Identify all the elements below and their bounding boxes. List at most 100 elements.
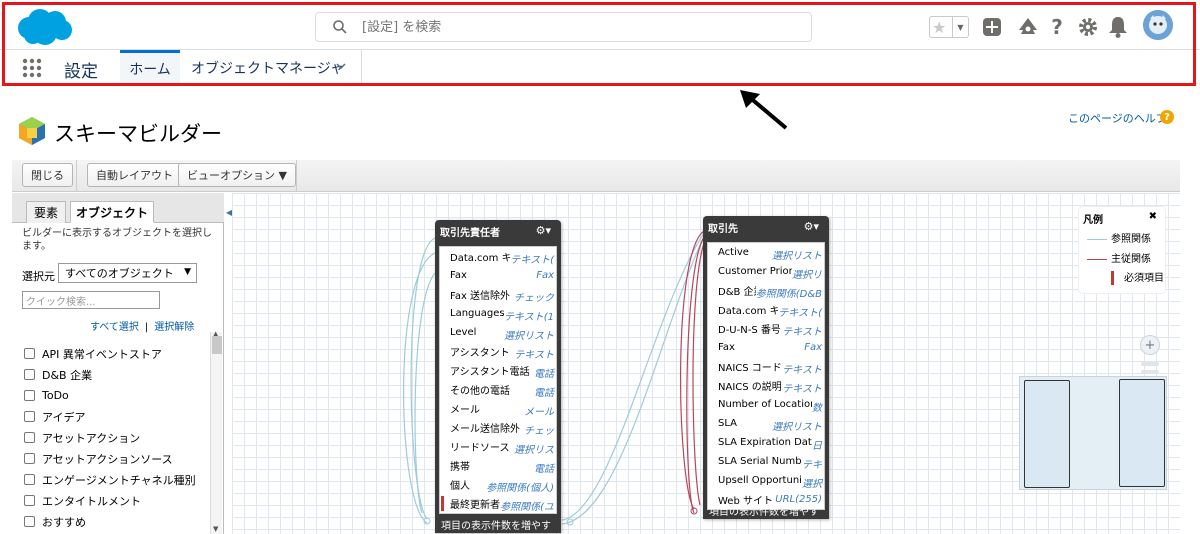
object-checkbox[interactable] <box>24 516 35 527</box>
field-row[interactable]: Fax Fax <box>708 338 824 357</box>
object-checkbox[interactable] <box>24 348 35 359</box>
chevron-down-icon[interactable]: ▼ <box>952 17 968 37</box>
object-list-item[interactable]: アセットアクション <box>24 427 204 448</box>
field-row[interactable]: Level 選択リスト <box>440 323 556 342</box>
field-name: メール送信除外 <box>450 424 520 435</box>
object-checkbox[interactable] <box>24 432 35 443</box>
object-checkbox[interactable] <box>24 474 35 485</box>
field-row[interactable]: その他の電話 電話 <box>440 380 556 399</box>
field-type: 数 <box>812 399 822 414</box>
object-checkbox[interactable] <box>24 411 35 422</box>
tab-objects[interactable]: オブジェクト <box>70 201 154 223</box>
bell-icon[interactable] <box>1107 15 1129 39</box>
field-row[interactable]: SLA 選択リスト <box>708 414 824 433</box>
auto-layout-button[interactable]: 自動レイアウト <box>87 163 182 187</box>
select-all-link[interactable]: すべて選択 <box>90 322 139 333</box>
tab-elements[interactable]: 要素 <box>26 201 66 223</box>
field-row[interactable]: Languages テキスト(1 <box>440 304 556 323</box>
field-row[interactable]: メール メール <box>440 399 556 418</box>
field-type: チェック <box>514 289 554 304</box>
global-search[interactable] <box>315 12 812 42</box>
field-row[interactable]: 最終更新者 参照関係(ユ <box>440 494 556 513</box>
field-row[interactable]: メール送信除外 チェッ <box>440 418 556 437</box>
annotation-arrow-icon <box>740 90 788 130</box>
field-type: 電話 <box>534 365 554 380</box>
zoom-in-button[interactable]: + <box>1140 335 1160 355</box>
object-list-item[interactable]: おすすめ <box>24 511 204 532</box>
object-list-item[interactable]: アセットアクションソース <box>24 448 204 469</box>
gear-icon[interactable]: ⚙▾ <box>804 220 819 233</box>
field-row[interactable]: Data.com キー テキスト( <box>708 300 824 319</box>
object-source-select[interactable]: すべてのオブジェクト ▼ <box>58 263 197 283</box>
help-link[interactable]: このページのヘルプ <box>1068 110 1167 126</box>
object-checkbox[interactable] <box>24 495 35 506</box>
scroll-down-icon[interactable]: ▼ <box>213 525 218 533</box>
zoom-slider-track[interactable] <box>1141 362 1159 366</box>
help-icon[interactable]: ? <box>1047 15 1067 39</box>
field-row[interactable]: Upsell Opportunity 選択 <box>708 471 824 490</box>
help-question-icon[interactable]: ? <box>1160 110 1174 124</box>
search-input[interactable] <box>362 16 802 38</box>
field-row[interactable]: リードソース 選択リス <box>440 437 556 456</box>
screen: ★ ▼ ? <box>0 0 1200 534</box>
avatar[interactable] <box>1143 10 1173 40</box>
quick-search-input[interactable]: クイック検索... <box>22 291 160 309</box>
scrollbar-thumb[interactable] <box>212 336 222 354</box>
field-row[interactable]: SLA Serial Number テキ <box>708 452 824 471</box>
field-type: テキスト(1 <box>504 308 554 323</box>
close-button[interactable]: 閉じる <box>22 163 73 187</box>
app-launcher-icon[interactable] <box>22 58 42 78</box>
object-checkbox[interactable] <box>24 369 35 380</box>
deselect-all-link[interactable]: 選択解除 <box>154 322 194 333</box>
close-icon[interactable]: ✖ <box>1149 211 1157 222</box>
object-label: エンゲージメントチャネル種別 <box>42 473 196 487</box>
tab-home[interactable]: ホーム <box>120 50 180 85</box>
gear-icon[interactable]: ⚙▾ <box>536 224 551 237</box>
object-label: アイデア <box>42 410 86 424</box>
trailhead-icon[interactable] <box>1017 16 1039 38</box>
gear-icon[interactable] <box>1077 16 1099 38</box>
field-row[interactable]: アシスタント テキスト <box>440 342 556 361</box>
favorites-button[interactable]: ★ ▼ <box>929 16 969 38</box>
field-row[interactable]: アシスタント電話 電話 <box>440 361 556 380</box>
salesforce-logo-icon[interactable] <box>15 8 73 46</box>
global-actions-plus-icon[interactable] <box>982 17 1002 37</box>
minimap[interactable] <box>1019 376 1167 490</box>
object-list-item[interactable]: API 異常イベントストア <box>24 343 204 364</box>
field-row[interactable]: Number of Locations 数 <box>708 395 824 414</box>
field-type: テキスト( <box>510 251 554 266</box>
field-row[interactable]: D-U-N-S 番号 テキスト <box>708 319 824 338</box>
field-row[interactable]: Data.com キー テキスト( <box>440 247 556 266</box>
tab-object-manager[interactable]: オブジェクトマネージャ <box>180 50 362 85</box>
zoom-slider-track[interactable] <box>1141 370 1159 374</box>
object-list-scrollbar[interactable]: ▲ ▼ <box>210 330 222 534</box>
field-row[interactable]: Fax Fax <box>440 266 556 285</box>
show-more-fields-link[interactable]: 項目の表示件数を増やす <box>435 515 561 533</box>
object-checkbox[interactable] <box>24 453 35 464</box>
field-row[interactable]: 個人 参照関係(個人) <box>440 475 556 494</box>
field-row[interactable]: NAICS コード テキスト <box>708 357 824 376</box>
object-list-item[interactable]: D&B 企業 <box>24 364 204 385</box>
field-row[interactable]: 携帯 電話 <box>440 456 556 475</box>
field-row[interactable]: Fax 送信除外 チェック <box>440 285 556 304</box>
object-checkbox[interactable] <box>24 390 35 401</box>
field-row[interactable]: NAICS の説明 テキスト <box>708 376 824 395</box>
object-list-item[interactable]: アイデア <box>24 406 204 427</box>
chevron-down-icon[interactable] <box>335 60 347 72</box>
view-options-button[interactable]: ビューオプション ▼ <box>178 163 296 187</box>
field-row[interactable]: D&B 企業 参照関係(D&B <box>708 281 824 300</box>
toolbar-divider <box>296 160 297 192</box>
field-row[interactable]: Customer Priority 選択リ <box>708 262 824 281</box>
object-card-account[interactable]: 取引先 ⚙▾ Active 選択リスト Customer Priority 選択リ D&… <box>703 216 829 519</box>
show-more-fields-link[interactable]: 項目の表示件数を増やす <box>703 501 829 519</box>
field-row[interactable]: SLA Expiration Date 日 <box>708 433 824 452</box>
object-label: ToDo <box>42 389 69 402</box>
legend-item-master-detail: 主従関係 <box>1087 250 1151 265</box>
required-marker-swatch <box>1111 271 1114 285</box>
field-row[interactable]: Active 選択リスト <box>708 243 824 262</box>
object-card-contact[interactable]: 取引先責任者 ⚙▾ Data.com キー テキスト(Fax Fax Fax 送信除外… <box>435 220 561 533</box>
object-list-item[interactable]: ToDo <box>24 385 204 406</box>
field-type: 日 <box>812 437 822 452</box>
object-list-item[interactable]: エンゲージメントチャネル種別 <box>24 469 204 490</box>
object-list-item[interactable]: エンタイトルメント <box>24 490 204 511</box>
